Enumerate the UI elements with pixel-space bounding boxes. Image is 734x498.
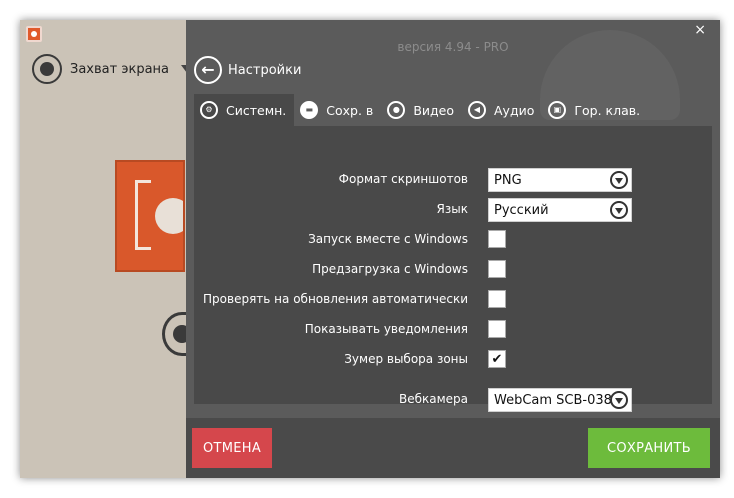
version-label: версия 4.94 - PRO [397,40,509,54]
capture-mode-label: Захват экрана [70,61,169,77]
record-icon [32,54,62,84]
close-button[interactable]: × [694,22,706,38]
screenshot-icon [115,160,185,272]
tab-label: Системн. [226,102,287,118]
zoom-zone-checkbox[interactable]: ✔ [488,350,506,368]
screenshot-format-select[interactable]: PNG [488,168,632,192]
select-value: WebCam SCB-0385N [494,392,612,408]
chevron-down-icon [610,201,628,219]
tab-label: Аудио [494,102,535,118]
setting-row-auto-update: Проверять на обновления автоматически [194,288,712,312]
record-icon: ● [387,101,406,119]
footer-bar: ОТМЕНА СОХРАНИТЬ [186,418,720,478]
preload-windows-checkbox[interactable] [488,260,506,278]
setting-label: Формат скриншотов [338,172,468,186]
start-with-windows-checkbox[interactable] [488,230,506,248]
settings-panel: × версия 4.94 - PRO ← Настройки ⚙ Систем… [186,20,720,478]
auto-update-checkbox[interactable] [488,290,506,308]
language-select[interactable]: Русский [488,198,632,222]
checkmark-icon: ✔ [491,351,503,367]
setting-label: Язык [436,202,468,216]
settings-tabs: ⚙ Системн. ▬ Сохр. в ● Видео ◀ Аудио ▣ Г… [194,94,648,126]
capture-mode-selector[interactable]: Захват экрана [32,54,193,84]
setting-label: Зумер выбора зоны [344,352,468,366]
speaker-icon: ◀ [468,101,486,119]
select-value: PNG [494,172,522,188]
cancel-button[interactable]: ОТМЕНА [192,428,272,468]
back-button[interactable]: ← [194,56,222,84]
tab-audio[interactable]: ◀ Аудио [462,94,542,126]
save-button[interactable]: СОХРАНИТЬ [588,428,710,468]
system-settings-content: Формат скриншотов PNG Язык Русский Запус… [194,126,712,412]
setting-row-notifications: Показывать уведомления [194,318,712,342]
setting-row-zoom-zone: Зумер выбора зоны ✔ [194,348,712,372]
chevron-down-icon [610,391,628,409]
hotkey-icon: ▣ [548,101,567,119]
tab-video[interactable]: ● Видео [381,94,462,126]
setting-row-start-with-windows: Запуск вместе с Windows [194,228,712,252]
app-logo-icon [26,26,42,42]
app-window: Захват экрана × версия 4.94 - PRO ← Наст… [20,20,720,478]
setting-label: Показывать уведомления [304,322,468,336]
page-title: Настройки [228,63,302,78]
chevron-down-icon [610,171,628,189]
arrow-left-icon: ← [201,60,215,79]
tab-hotkeys[interactable]: ▣ Гор. клав. [542,94,648,126]
tab-system[interactable]: ⚙ Системн. [194,94,295,126]
gears-icon: ⚙ [200,101,218,119]
setting-label: Проверять на обновления автоматически [203,292,468,306]
tab-label: Видео [413,102,454,118]
select-value: Русский [494,202,549,218]
folder-icon: ▬ [300,101,319,119]
tab-save-to[interactable]: ▬ Сохр. в [294,94,381,126]
setting-row-webcam: Вебкамера WebCam SCB-0385N [194,388,712,412]
setting-row-language: Язык Русский [194,198,712,222]
setting-label: Предзагрузка с Windows [312,262,468,276]
notifications-checkbox[interactable] [488,320,506,338]
setting-row-screenshot-format: Формат скриншотов PNG [194,168,712,192]
setting-label: Вебкамера [398,392,468,406]
setting-row-preload-windows: Предзагрузка с Windows [194,258,712,282]
tab-label: Сохр. в [326,102,374,118]
tab-label: Гор. клав. [574,102,641,118]
webcam-select[interactable]: WebCam SCB-0385N [488,388,632,412]
setting-label: Запуск вместе с Windows [308,232,468,246]
